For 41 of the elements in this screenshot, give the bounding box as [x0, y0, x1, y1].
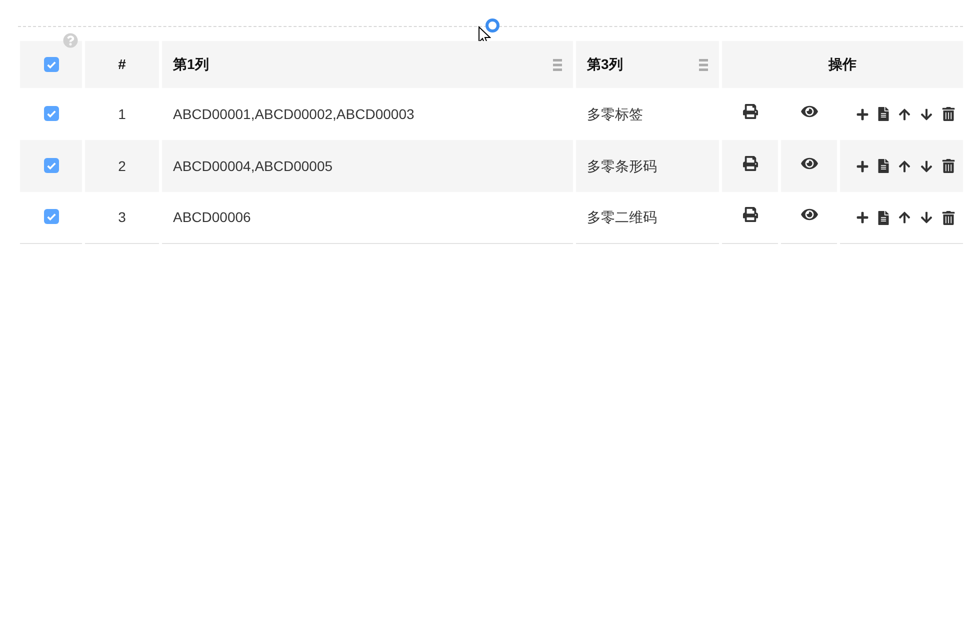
table-cell: ABCD00004,ABCD00005 — [173, 158, 333, 174]
checkmark-icon — [46, 59, 56, 70]
add-icon[interactable] — [856, 211, 869, 224]
table-cell: ABCD00006 — [173, 209, 251, 225]
print-icon[interactable] — [742, 207, 758, 222]
arrow-down-icon[interactable] — [920, 211, 933, 224]
add-icon[interactable] — [856, 160, 869, 172]
column-title: 第3列 — [587, 55, 623, 74]
document-icon[interactable] — [878, 210, 889, 224]
row-number: 3 — [118, 209, 126, 225]
arrow-down-icon[interactable] — [920, 160, 933, 172]
checkbox[interactable] — [44, 158, 58, 172]
delete-icon[interactable] — [942, 159, 955, 173]
arrow-up-icon[interactable] — [898, 160, 911, 172]
view-icon[interactable] — [800, 104, 818, 118]
checkmark-icon — [46, 211, 56, 222]
add-icon[interactable] — [856, 108, 869, 120]
table-cell: ABCD00001,ABCD00002,ABCD00003 — [173, 106, 414, 122]
table-cell: 多零标签 — [587, 106, 643, 122]
document-icon[interactable] — [878, 107, 889, 121]
view-icon[interactable] — [800, 156, 818, 170]
table-cell: 多零二维码 — [587, 209, 657, 225]
arrow-up-icon[interactable] — [898, 211, 911, 224]
column-title: # — [118, 56, 126, 72]
print-icon[interactable] — [742, 156, 758, 170]
document-icon[interactable] — [878, 159, 889, 173]
arrow-up-icon[interactable] — [898, 108, 911, 120]
arrow-down-icon[interactable] — [920, 108, 933, 120]
delete-icon[interactable] — [942, 107, 955, 121]
checkbox[interactable] — [44, 106, 58, 120]
drag-handle-icon[interactable] — [485, 18, 500, 33]
view-icon[interactable] — [800, 207, 818, 222]
table-cell: 多零条形码 — [587, 158, 657, 174]
checkbox[interactable] — [44, 209, 58, 224]
column-title: 操作 — [828, 56, 856, 72]
column-title: 第1列 — [173, 55, 209, 74]
delete-icon[interactable] — [942, 210, 955, 224]
print-icon[interactable] — [742, 104, 758, 118]
row-number: 2 — [118, 158, 126, 174]
row-number: 1 — [118, 106, 126, 122]
checkbox[interactable] — [44, 57, 58, 72]
